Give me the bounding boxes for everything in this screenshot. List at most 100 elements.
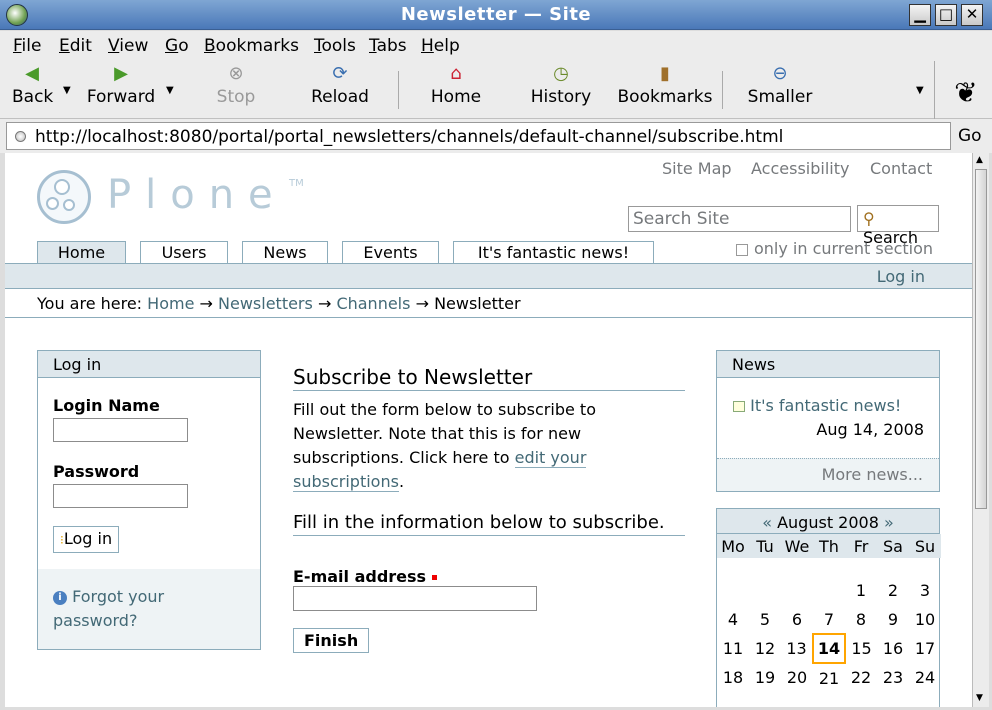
stop-button[interactable]: ⊗ Stop	[215, 63, 257, 107]
tab-fantastic-news[interactable]: It's fantastic news!	[453, 241, 654, 263]
location-bar: http://localhost:8080/portal/portal_news…	[0, 119, 992, 153]
calendar-prev-month[interactable]: «	[762, 513, 772, 532]
bookmarks-button[interactable]: ▮ Bookmarks	[617, 63, 713, 107]
calendar-day: 13	[786, 639, 807, 658]
plone-logo[interactable]: Plone TM	[37, 168, 304, 228]
smaller-label: Smaller	[747, 87, 813, 107]
toolbar-separator	[398, 71, 399, 109]
calendar-day: 12	[754, 639, 776, 658]
weekday-header: Su	[909, 534, 941, 558]
menu-tabs[interactable]: Tabs	[369, 36, 407, 56]
search-input[interactable]: Search Site	[628, 206, 851, 232]
calendar-portlet: « August 2008 » Mo Tu We Th Fr Sa Su 1 2	[716, 508, 941, 707]
calendar-day: 4	[727, 610, 739, 629]
forward-button[interactable]: ▶ Forward	[86, 63, 156, 107]
home-label: Home	[430, 87, 482, 107]
calendar-next-month[interactable]: »	[884, 513, 894, 532]
calendar-day: 17	[914, 639, 936, 658]
smaller-text-button[interactable]: ⊖ Smaller	[746, 63, 814, 107]
scroll-up-icon[interactable]: ▲	[976, 155, 983, 165]
login-button[interactable]: ⁝Log in	[53, 526, 120, 553]
current-section-option[interactable]: only in current section	[736, 239, 933, 258]
current-section-checkbox[interactable]	[736, 243, 748, 256]
menu-bookmarks[interactable]: Bookmarks	[204, 36, 299, 56]
toolbar-overflow-icon[interactable]: ▼	[916, 85, 924, 96]
gnome-foot-icon[interactable]: ❦	[948, 75, 984, 111]
forward-history-dropdown-icon[interactable]: ▼	[166, 85, 174, 96]
calendar-day	[813, 576, 845, 605]
history-button[interactable]: ◷ History	[530, 63, 592, 107]
scroll-down-icon[interactable]: ▼	[976, 693, 983, 703]
breadcrumb-separator: →	[415, 294, 429, 313]
url-input[interactable]: http://localhost:8080/portal/portal_news…	[6, 122, 951, 150]
back-history-dropdown-icon[interactable]: ▼	[63, 85, 71, 96]
tab-events[interactable]: Events	[342, 241, 439, 263]
breadcrumb-separator: →	[199, 294, 213, 313]
breadcrumb-channels[interactable]: Channels	[336, 294, 410, 313]
go-button[interactable]: Go	[958, 126, 982, 146]
menu-view[interactable]: View	[108, 36, 148, 56]
breadcrumb-home[interactable]: Home	[147, 294, 194, 313]
menu-file[interactable]: File	[13, 36, 41, 56]
breadcrumb-newsletters[interactable]: Newsletters	[218, 294, 313, 313]
plone-logo-text: Plone	[107, 172, 287, 218]
home-icon: ⌂	[450, 63, 462, 84]
site-identity-icon[interactable]	[15, 131, 26, 142]
site-map-link[interactable]: Site Map	[662, 159, 732, 178]
weekday-header: Sa	[877, 534, 909, 558]
menu-help[interactable]: Help	[421, 36, 460, 56]
personal-login-link[interactable]: Log in	[877, 267, 925, 286]
calendar-day-today[interactable]: 14	[812, 633, 846, 664]
menu-bar: File Edit View Go Bookmarks Tools Tabs H…	[0, 31, 992, 59]
calendar-day: 15	[851, 639, 872, 658]
tab-home[interactable]: Home	[37, 241, 126, 264]
back-button[interactable]: ◀ Back	[12, 63, 53, 107]
calendar-day	[749, 576, 781, 605]
finish-button[interactable]: Finish	[293, 628, 370, 653]
breadcrumb-current: Newsletter	[434, 294, 521, 313]
email-label: E-mail address	[293, 567, 438, 586]
home-button[interactable]: ⌂ Home	[430, 63, 482, 107]
news-footer: More news...	[717, 458, 939, 491]
bookmarks-icon: ▮	[660, 63, 670, 84]
login-portlet-title: Log in	[38, 351, 260, 378]
calendar-day: 6	[791, 610, 803, 629]
minimize-button[interactable]: ▁	[909, 4, 931, 26]
page-description: Fill out the form below to subscribe to …	[293, 398, 685, 494]
more-news-link[interactable]: More news...	[822, 465, 923, 484]
menu-edit[interactable]: Edit	[59, 36, 92, 56]
menu-tools[interactable]: Tools	[314, 36, 356, 56]
login-portlet: Log in Login Name Password ⁝Log in i For…	[37, 350, 261, 650]
trademark: TM	[289, 178, 304, 189]
plone-logo-icon	[37, 170, 91, 224]
calendar-day: 24	[914, 668, 936, 687]
password-input[interactable]	[53, 484, 188, 508]
bookmarks-label: Bookmarks	[617, 87, 713, 107]
login-button-label: Log in	[63, 529, 113, 548]
maximize-button[interactable]: □	[935, 4, 957, 26]
forgot-password-link[interactable]: i Forgot your password?	[53, 585, 243, 633]
news-portlet: News It's fantastic news! Aug 14, 2008 M…	[716, 350, 940, 492]
scrollbar-thumb[interactable]	[975, 169, 987, 509]
tab-users[interactable]: Users	[140, 241, 228, 263]
accessibility-link[interactable]: Accessibility	[751, 159, 849, 178]
vertical-scrollbar[interactable]: ▲ ▼	[972, 153, 989, 707]
contact-link[interactable]: Contact	[870, 159, 932, 178]
login-name-input[interactable]	[53, 418, 188, 442]
search-button[interactable]: ⚲ Search	[857, 205, 939, 247]
toolbar-separator	[934, 61, 935, 119]
navigation-toolbar: ◀ Back ▼ ▶ Forward ▼ ⊗ Stop ⟳ Reload ⌂ H…	[0, 59, 992, 119]
history-label: History	[530, 87, 592, 107]
breadcrumb: You are here: Home → Newsletters → Chann…	[37, 294, 521, 313]
forward-arrow-icon: ▶	[114, 63, 128, 84]
reload-button[interactable]: ⟳ Reload	[311, 63, 369, 107]
weekday-header: Th	[813, 534, 845, 558]
tab-news[interactable]: News	[242, 241, 328, 263]
stop-label: Stop	[216, 87, 256, 107]
history-clock-icon: ◷	[553, 63, 569, 84]
email-input[interactable]	[293, 586, 537, 611]
menu-go[interactable]: Go	[165, 36, 189, 56]
news-item[interactable]: It's fantastic news!	[733, 396, 901, 415]
close-button[interactable]: ✕	[961, 4, 983, 26]
weekday-header: We	[781, 534, 813, 558]
